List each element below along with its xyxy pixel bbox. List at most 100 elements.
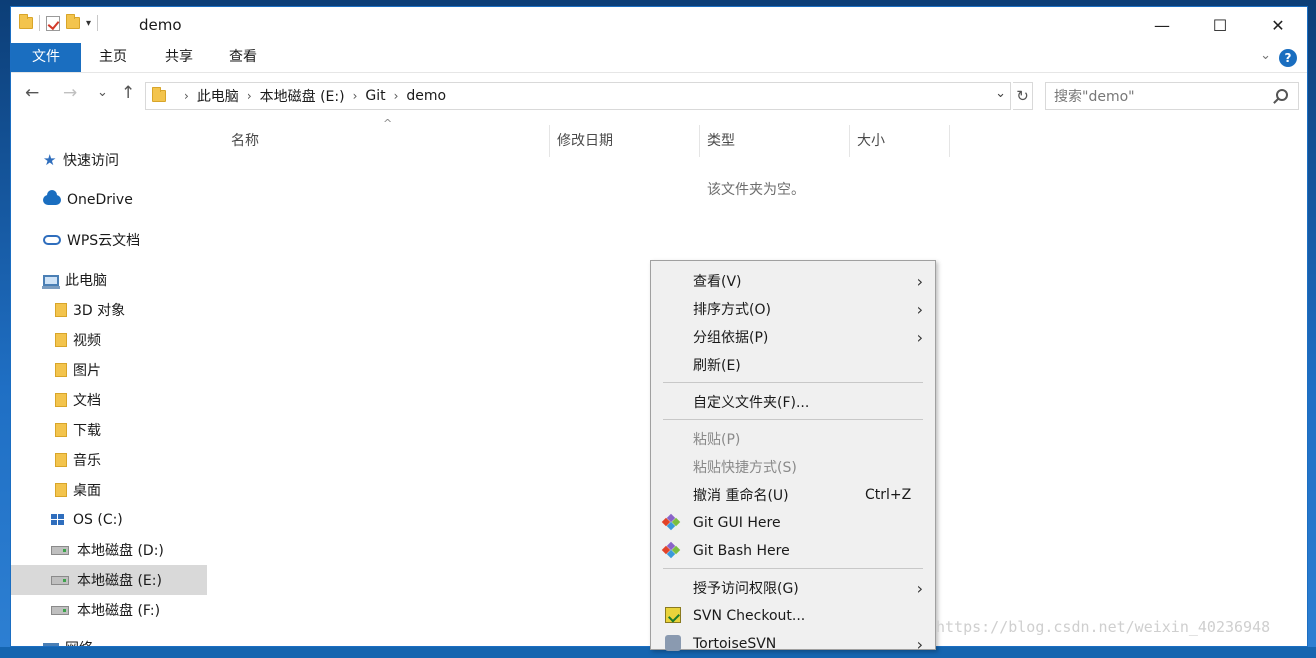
tortoisesvn-icon xyxy=(665,635,681,651)
refresh-button[interactable]: ↻ xyxy=(1013,82,1033,110)
sidebar-item-label: WPS云文档 xyxy=(67,233,141,249)
forward-button[interactable]: → xyxy=(63,83,77,103)
sidebar-item-wps[interactable]: WPS云文档 xyxy=(11,225,207,255)
column-divider[interactable] xyxy=(849,125,850,157)
menu-item-customize-folder[interactable]: 自定义文件夹(F)... xyxy=(651,388,935,416)
chevron-right-icon: › xyxy=(393,89,399,103)
search-input[interactable]: 搜索"demo" xyxy=(1045,82,1299,110)
sidebar-item-label: 本地磁盘 (E:) xyxy=(77,573,162,589)
menu-item-paste-shortcut[interactable]: 粘贴快捷方式(S) xyxy=(651,453,935,481)
sidebar-item-onedrive[interactable]: OneDrive xyxy=(11,185,207,215)
sidebar-item-label: 本地磁盘 (D:) xyxy=(77,543,164,559)
menu-item-shortcut: Ctrl+Z xyxy=(865,487,912,503)
sidebar-item-label: 下载 xyxy=(73,423,101,439)
sidebar-item-this-pc[interactable]: 此电脑 xyxy=(11,265,207,295)
hard-drive-icon xyxy=(51,605,69,615)
sidebar-item-videos[interactable]: 视频 xyxy=(11,325,207,355)
3d-objects-folder-icon xyxy=(55,303,67,317)
minimize-button[interactable]: — xyxy=(1133,7,1191,43)
folder-icon xyxy=(152,87,166,102)
windows-drive-icon xyxy=(51,513,65,527)
menu-item-svn-checkout[interactable]: SVN Checkout... xyxy=(651,602,935,630)
menu-item-label: 分组依据(P) xyxy=(693,330,769,346)
tab-share[interactable]: 共享 xyxy=(151,43,207,72)
sidebar-item-drive-f[interactable]: 本地磁盘 (F:) xyxy=(11,595,207,625)
sidebar-item-3d-objects[interactable]: 3D 对象 xyxy=(11,295,207,325)
sidebar-item-documents[interactable]: 文档 xyxy=(11,385,207,415)
sidebar-item-label: 文档 xyxy=(73,393,101,409)
tab-home[interactable]: 主页 xyxy=(85,43,141,72)
address-bar[interactable]: › 此电脑 › 本地磁盘 (E:) › Git › demo ⌄ xyxy=(145,82,1011,110)
ribbon-tabs: 文件 主页 共享 查看 ⌄ ? xyxy=(11,43,1307,73)
menu-item-sort-by[interactable]: 排序方式(O) › xyxy=(651,295,935,323)
maximize-button[interactable]: ☐ xyxy=(1191,7,1249,43)
column-divider[interactable] xyxy=(549,125,550,157)
star-icon: ★ xyxy=(43,151,57,169)
column-header-name[interactable]: 名称 xyxy=(225,125,547,155)
toolbar-divider xyxy=(39,15,40,31)
chevron-down-icon[interactable]: ▾ xyxy=(86,18,91,29)
menu-item-label: Git GUI Here xyxy=(693,515,781,531)
column-header-date-modified[interactable]: 修改日期 xyxy=(551,125,699,155)
title-bar: ▾ demo — ☐ ✕ xyxy=(11,7,1307,43)
menu-divider xyxy=(663,419,923,420)
breadcrumb-demo[interactable]: demo xyxy=(406,88,446,104)
sidebar-item-label: 图片 xyxy=(73,363,101,379)
help-icon[interactable]: ? xyxy=(1279,49,1297,67)
search-placeholder: 搜索"demo" xyxy=(1054,89,1135,105)
navigation-bar: ← → ⌄ ↑ › 此电脑 › 本地磁盘 (E:) › Git › demo ⌄ ↻ 搜… xyxy=(11,73,1307,113)
column-divider[interactable] xyxy=(699,125,700,157)
menu-item-tortoisesvn[interactable]: TortoiseSVN › xyxy=(651,630,935,658)
watermark: https://blog.csdn.net/weixin_40236948 xyxy=(936,618,1271,636)
new-folder-icon[interactable] xyxy=(66,14,80,29)
menu-item-view[interactable]: 查看(V) › xyxy=(651,267,935,295)
empty-folder-message: 该文件夹为空。 xyxy=(707,182,805,198)
sidebar-item-downloads[interactable]: 下载 xyxy=(11,415,207,445)
breadcrumb-this-pc[interactable]: 此电脑 xyxy=(197,86,239,106)
column-divider[interactable] xyxy=(949,125,950,157)
git-icon xyxy=(661,513,681,531)
sidebar-item-desktop[interactable]: 桌面 xyxy=(11,475,207,505)
breadcrumb-drive-e[interactable]: 本地磁盘 (E:) xyxy=(260,86,345,106)
column-header-type[interactable]: 类型 xyxy=(701,125,849,155)
menu-item-label: Git Bash Here xyxy=(693,543,790,559)
menu-item-label: 自定义文件夹(F)... xyxy=(693,395,810,411)
menu-item-label: 刷新(E) xyxy=(693,358,741,374)
menu-item-undo-rename[interactable]: 撤消 重命名(U) Ctrl+Z xyxy=(651,481,935,509)
navigation-pane: ★ 快速访问 OneDrive WPS云文档 此电脑 3D 对象 视频 图片 文… xyxy=(11,113,207,646)
recent-locations-button[interactable]: ⌄ xyxy=(97,85,108,100)
expand-ribbon-icon[interactable]: ⌄ xyxy=(1260,48,1271,63)
column-header-size[interactable]: 大小 xyxy=(851,125,949,155)
close-button[interactable]: ✕ xyxy=(1249,7,1307,43)
menu-item-give-access[interactable]: 授予访问权限(G) › xyxy=(651,574,935,602)
videos-folder-icon xyxy=(55,333,67,347)
sidebar-item-drive-e[interactable]: 本地磁盘 (E:) xyxy=(11,565,207,595)
sidebar-item-drive-d[interactable]: 本地磁盘 (D:) xyxy=(11,535,207,565)
menu-item-label: 粘贴(P) xyxy=(693,432,741,448)
sidebar-item-music[interactable]: 音乐 xyxy=(11,445,207,475)
tab-file[interactable]: 文件 xyxy=(11,43,81,72)
chevron-down-icon[interactable]: ⌄ xyxy=(995,86,1006,101)
chevron-right-icon: › xyxy=(352,89,358,103)
close-icon: ✕ xyxy=(1271,15,1285,35)
hard-drive-icon xyxy=(51,545,69,555)
sidebar-item-network[interactable]: 网络 xyxy=(11,633,207,646)
minimize-icon: — xyxy=(1154,15,1170,35)
sidebar-item-drive-c[interactable]: OS (C:) xyxy=(11,505,207,535)
properties-icon[interactable] xyxy=(46,15,60,31)
up-button[interactable]: ↑ xyxy=(121,83,135,103)
breadcrumb-git[interactable]: Git xyxy=(365,88,385,104)
back-button[interactable]: ← xyxy=(25,83,39,103)
menu-item-git-bash-here[interactable]: Git Bash Here xyxy=(651,537,935,565)
tab-view[interactable]: 查看 xyxy=(215,43,271,72)
menu-item-paste[interactable]: 粘贴(P) xyxy=(651,425,935,453)
menu-item-label: 查看(V) xyxy=(693,274,742,290)
sidebar-item-pictures[interactable]: 图片 xyxy=(11,355,207,385)
menu-divider xyxy=(663,382,923,383)
menu-item-group-by[interactable]: 分组依据(P) › xyxy=(651,323,935,351)
sidebar-item-label: 本地磁盘 (F:) xyxy=(77,603,161,619)
menu-item-git-gui-here[interactable]: Git GUI Here xyxy=(651,509,935,537)
menu-item-refresh[interactable]: 刷新(E) xyxy=(651,351,935,379)
sidebar-item-quick-access[interactable]: ★ 快速访问 xyxy=(11,145,207,175)
chevron-right-icon: › xyxy=(184,89,189,103)
